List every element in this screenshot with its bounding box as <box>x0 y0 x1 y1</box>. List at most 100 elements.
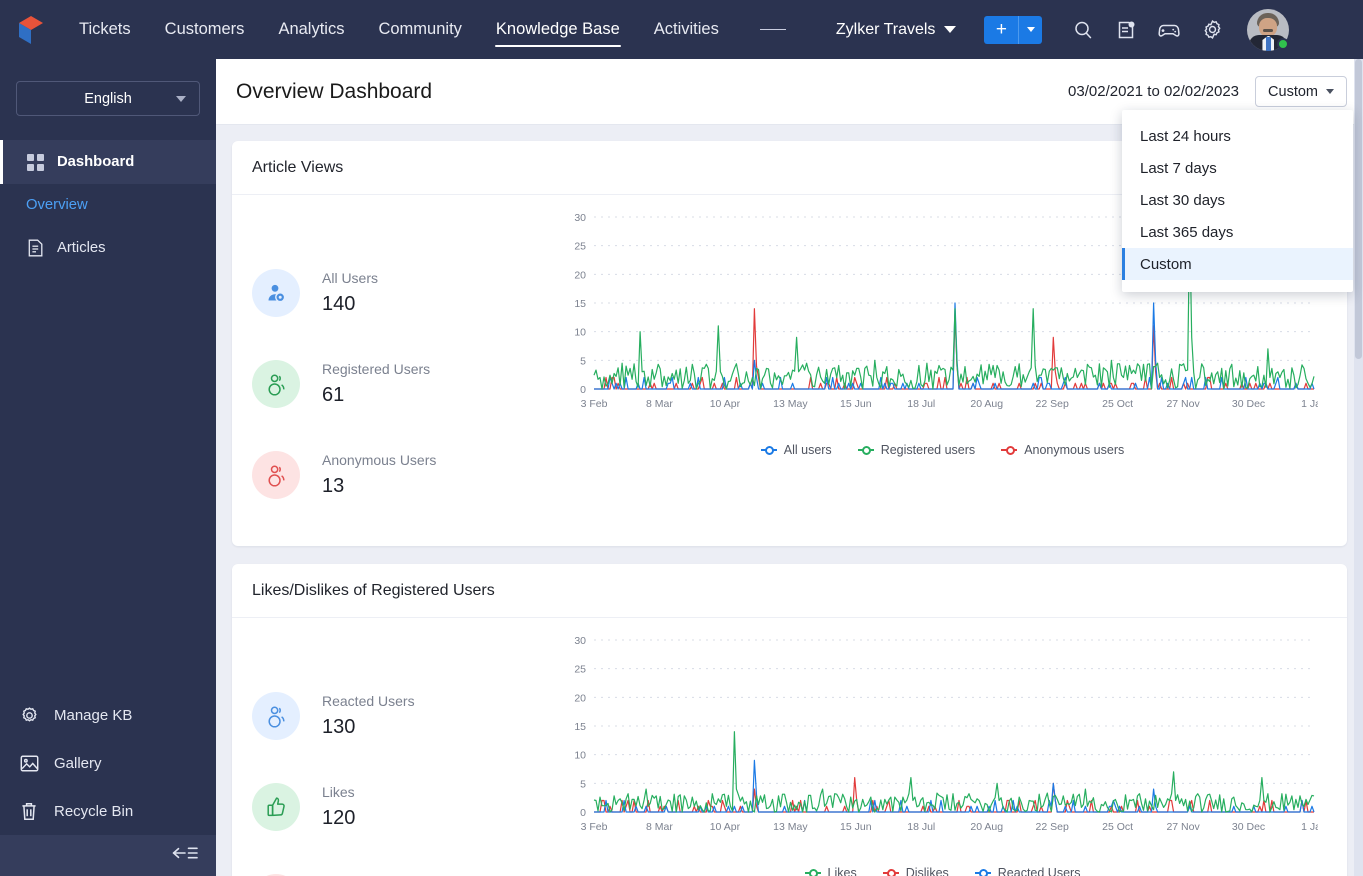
gear-icon[interactable] <box>1197 15 1227 45</box>
page-header-actions: 03/02/2021 to 02/02/2023 Custom <box>1068 76 1347 107</box>
dropdown-item-label: Last 7 days <box>1140 159 1217 177</box>
main-navigation: Tickets Customers Analytics Community Kn… <box>62 0 736 59</box>
avatar[interactable] <box>1247 8 1290 51</box>
sidebar-item-articles[interactable]: Articles <box>0 226 216 270</box>
stat-label: All Users <box>322 269 379 286</box>
grid-icon <box>26 153 44 171</box>
sidebar-item-overview[interactable]: Overview <box>0 184 216 226</box>
more-menu-icon[interactable] <box>758 15 788 45</box>
sidebar-item-manage-kb[interactable]: Manage KB <box>0 691 216 739</box>
legend-marker-icon <box>857 445 874 455</box>
dropdown-item-custom[interactable]: Custom <box>1122 248 1353 280</box>
svg-text:30 Dec: 30 Dec <box>1232 398 1265 410</box>
svg-text:3 Feb: 3 Feb <box>581 398 608 410</box>
dropdown-item-last-365-days[interactable]: Last 365 days <box>1122 216 1353 248</box>
svg-text:25: 25 <box>574 664 586 676</box>
card-header: Likes/Dislikes of Registered Users <box>232 564 1347 618</box>
stat-value: 140 <box>322 292 356 315</box>
nav-tab-analytics[interactable]: Analytics <box>261 0 361 59</box>
legend-item-dislikes[interactable]: Dislikes <box>882 866 949 876</box>
chevron-down-icon <box>1026 27 1035 32</box>
legend-item-registered-users[interactable]: Registered users <box>857 443 975 457</box>
page-scrollbar[interactable] <box>1354 59 1363 876</box>
dropdown-item-last-24-hours[interactable]: Last 24 hours <box>1122 120 1353 152</box>
language-label: English <box>84 90 132 107</box>
svg-text:10: 10 <box>574 750 586 762</box>
nav-tab-community[interactable]: Community <box>361 0 478 59</box>
legend-label: Reacted Users <box>997 866 1081 876</box>
card-title: Article Views <box>252 158 344 176</box>
svg-text:20 Aug: 20 Aug <box>970 821 1003 833</box>
stat-value: 130 <box>322 715 356 738</box>
add-dropdown-button[interactable] <box>1018 15 1043 44</box>
stat-registered-users: Registered Users 61 <box>252 338 552 429</box>
nav-tab-customers[interactable]: Customers <box>148 0 262 59</box>
date-range-button[interactable]: Custom <box>1255 76 1347 107</box>
dropdown-item-last-7-days[interactable]: Last 7 days <box>1122 152 1353 184</box>
presence-indicator <box>1277 37 1290 50</box>
sidebar-item-label: Articles <box>57 240 106 256</box>
legend-label: All users <box>783 443 832 457</box>
notes-icon[interactable] <box>1111 15 1141 45</box>
nav-tab-tickets[interactable]: Tickets <box>62 0 148 59</box>
language-selector[interactable]: English <box>16 81 200 116</box>
card-body: Reacted Users 130 Likes 120 0 5 10 15 20… <box>232 618 1347 876</box>
line-chart[interactable]: 0 5 10 15 20 25 30 3 Feb 8 Mar 10 Apr 13 May 15 Jun… <box>558 632 1327 842</box>
svg-text:30: 30 <box>574 635 586 647</box>
legend-label: Dislikes <box>905 866 949 876</box>
legend-item-all-users[interactable]: All users <box>760 443 832 457</box>
users-icon <box>252 450 300 499</box>
thumbs-up-icon <box>252 782 300 831</box>
zoho-desk-logo-icon[interactable] <box>14 13 48 47</box>
scrollbar-thumb[interactable] <box>1355 59 1362 359</box>
nav-tab-knowledge-base[interactable]: Knowledge Base <box>479 0 637 59</box>
dropdown-item-label: Last 365 days <box>1140 223 1234 241</box>
date-range-label: 03/02/2021 to 02/02/2023 <box>1068 83 1240 100</box>
svg-text:18 Jul: 18 Jul <box>907 821 935 833</box>
left-sidebar: English Dashboard Overview Articles Mana… <box>0 59 216 876</box>
game-icon[interactable] <box>1154 15 1184 45</box>
stat-label: Anonymous Users <box>322 451 437 468</box>
dropdown-item-label: Last 30 days <box>1140 191 1226 209</box>
svg-text:10: 10 <box>574 327 586 339</box>
svg-text:15: 15 <box>574 721 586 733</box>
legend-item-anonymous-users[interactable]: Anonymous users <box>1001 443 1124 457</box>
svg-text:30 Dec: 30 Dec <box>1232 821 1265 833</box>
dropdown-item-label: Last 24 hours <box>1140 127 1231 145</box>
nav-tab-label: Community <box>378 20 462 38</box>
org-name-label: Zylker Travels <box>835 20 936 38</box>
stat-anonymous-users: Anonymous Users 13 <box>252 429 552 520</box>
collapse-sidebar-button[interactable] <box>0 835 216 876</box>
svg-text:13 May: 13 May <box>773 821 808 833</box>
legend-item-likes[interactable]: Likes <box>804 866 857 876</box>
sidebar-item-recycle-bin[interactable]: Recycle Bin <box>0 787 216 835</box>
legend-item-reacted-users[interactable]: Reacted Users <box>974 866 1081 876</box>
sidebar-item-dashboard[interactable]: Dashboard <box>0 140 216 184</box>
svg-text:18 Jul: 18 Jul <box>907 398 935 410</box>
svg-text:0: 0 <box>580 384 586 396</box>
top-header: Tickets Customers Analytics Community Kn… <box>0 0 1363 59</box>
org-switcher[interactable]: Zylker Travels <box>836 21 957 39</box>
svg-text:10 Apr: 10 Apr <box>710 821 741 833</box>
users-icon <box>252 359 300 408</box>
stat-label: Registered Users <box>322 360 431 377</box>
sidebar-item-gallery[interactable]: Gallery <box>0 739 216 787</box>
chart-legend: Likes Dislikes Reacted Users <box>558 866 1327 876</box>
svg-text:25: 25 <box>574 241 586 253</box>
stats-list: All Users 140 Registered Users 61 Anonym… <box>252 209 552 520</box>
svg-text:5: 5 <box>580 778 586 790</box>
sidebar-item-label: Manage KB <box>54 706 133 724</box>
nav-tab-label: Customers <box>164 20 245 38</box>
stat-likes: Likes 120 <box>252 761 552 852</box>
nav-tab-label: Tickets <box>79 20 131 38</box>
dropdown-item-label: Custom <box>1140 255 1192 273</box>
stat-label: Reacted Users <box>322 692 415 709</box>
search-icon[interactable] <box>1068 15 1098 45</box>
nav-tab-activities[interactable]: Activities <box>637 0 736 59</box>
svg-text:0: 0 <box>580 807 586 819</box>
chevron-down-icon <box>176 95 186 102</box>
stat-all-users: All Users 140 <box>252 247 552 338</box>
legend-marker-icon <box>760 445 777 455</box>
add-button[interactable]: + <box>984 15 1019 44</box>
dropdown-item-last-30-days[interactable]: Last 30 days <box>1122 184 1353 216</box>
